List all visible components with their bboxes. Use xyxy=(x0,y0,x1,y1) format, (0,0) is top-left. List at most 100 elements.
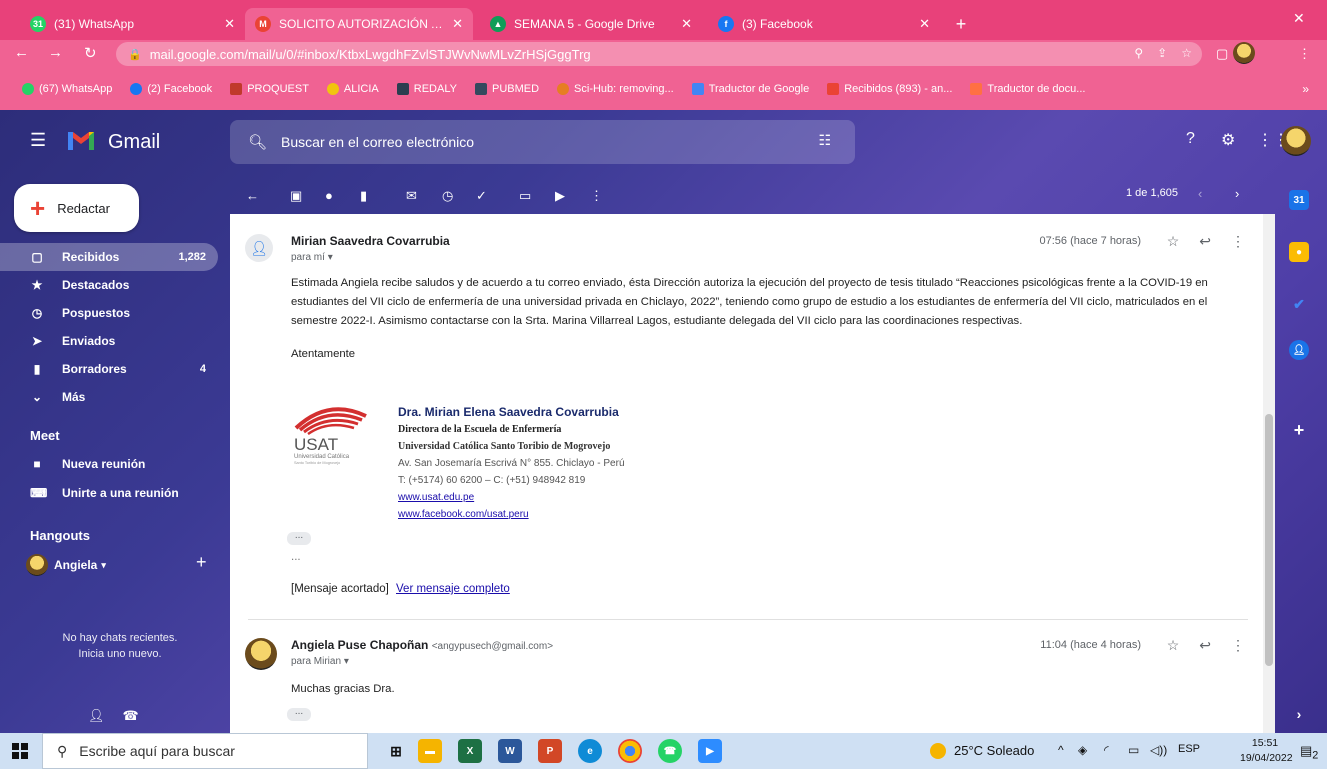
profile-avatar[interactable] xyxy=(1233,42,1255,64)
back-to-inbox-icon[interactable]: ← xyxy=(246,188,259,203)
account-avatar[interactable] xyxy=(1281,126,1311,156)
tab-whatsapp[interactable]: 31 (31) WhatsApp ✕ xyxy=(20,8,245,40)
sidepanel-icon[interactable]: ▢ xyxy=(1216,46,1228,62)
bookmark-item[interactable]: (67) WhatsApp xyxy=(22,83,112,95)
scrollbar-thumb[interactable] xyxy=(1265,414,1273,666)
weather-text[interactable]: 25°C Soleado xyxy=(954,743,1034,758)
tab-gmail-message[interactable]: M SOLICITO AUTORIZACIÓN A LA I ✕ xyxy=(245,8,473,40)
file-explorer-icon[interactable]: ▬ xyxy=(418,739,442,763)
older-icon[interactable]: › xyxy=(1235,186,1239,201)
word-icon[interactable]: W xyxy=(498,739,522,763)
more-options-icon[interactable]: ⋮ xyxy=(1231,233,1245,250)
forward-icon[interactable]: → xyxy=(48,44,63,61)
network-icon[interactable]: ◈ xyxy=(1078,743,1087,757)
bookmark-item[interactable]: REDALY xyxy=(396,83,457,95)
battery-icon[interactable]: ▭ xyxy=(1128,743,1139,757)
close-tab-icon[interactable]: ✕ xyxy=(224,16,235,32)
contacts-icon[interactable]: 👤︎ xyxy=(1289,340,1309,360)
task-view-icon[interactable]: ⊞ xyxy=(384,739,408,763)
windows-start-icon[interactable] xyxy=(12,743,28,759)
star-icon[interactable]: ☆ xyxy=(1167,233,1180,250)
sender-name[interactable]: Mirian Saavedra Covarrubia xyxy=(291,234,450,248)
bookmark-item[interactable]: Sci-Hub: removing... xyxy=(557,83,674,95)
more-options-icon[interactable]: ⋮ xyxy=(1231,637,1245,654)
show-trimmed-content-button[interactable]: ... xyxy=(287,707,311,721)
close-tab-icon[interactable]: ✕ xyxy=(452,16,463,32)
join-meeting-button[interactable]: ⌨ Unirte a una reunión xyxy=(30,486,179,500)
sidebar-item-drafts[interactable]: ▮ Borradores 4 xyxy=(0,355,218,383)
bookmark-item[interactable]: (2) Facebook xyxy=(130,83,212,95)
tab-google-drive[interactable]: ▲ SEMANA 5 - Google Drive ✕ xyxy=(480,8,702,40)
excel-icon[interactable]: X xyxy=(458,739,482,763)
edge-icon[interactable]: e xyxy=(578,739,602,763)
wifi-icon[interactable]: ◜ xyxy=(1104,743,1109,757)
language-indicator[interactable]: ESP xyxy=(1178,743,1200,755)
taskbar-clock[interactable]: 15:51 19/04/2022 xyxy=(1240,736,1293,766)
notifications-icon[interactable]: ▤2 xyxy=(1300,743,1318,762)
show-trimmed-content-button[interactable]: ... xyxy=(287,531,311,545)
bookmark-star-icon[interactable]: ☆ xyxy=(1181,46,1192,60)
new-tab-button[interactable]: + xyxy=(950,14,972,36)
signature-web-link[interactable]: www.usat.edu.pe xyxy=(398,492,474,503)
new-meeting-button[interactable]: ■ Nueva reunión xyxy=(30,457,145,471)
bookmark-item[interactable]: Traductor de docu... xyxy=(970,83,1085,95)
sidebar-item-starred[interactable]: ★ Destacados xyxy=(0,271,218,299)
more-actions-icon[interactable]: ⋮ xyxy=(590,188,603,204)
search-icon[interactable]: 🔍︎ xyxy=(248,133,267,151)
compose-button[interactable]: + Redactar xyxy=(14,184,139,232)
reply-icon[interactable]: ↩ xyxy=(1199,637,1211,654)
help-icon[interactable]: ? xyxy=(1186,130,1195,148)
sidebar-item-more[interactable]: ⌄ Más xyxy=(0,383,218,411)
reply-icon[interactable]: ↩ xyxy=(1199,233,1211,250)
volume-icon[interactable]: ◁)) xyxy=(1150,743,1167,757)
zoom-icon[interactable]: ⚲ xyxy=(1134,46,1143,60)
chevron-right-icon[interactable]: › xyxy=(1289,704,1309,724)
menu-kebab-icon[interactable]: ⋮ xyxy=(1298,46,1311,62)
thread-scrollbar[interactable] xyxy=(1263,214,1275,733)
back-icon[interactable]: ← xyxy=(14,44,29,61)
zoom-app-icon[interactable]: ▶ xyxy=(698,739,722,763)
gear-icon[interactable]: ⚙ xyxy=(1221,130,1235,150)
whatsapp-icon[interactable]: ☎ xyxy=(658,739,682,763)
calendar-icon[interactable]: 31 xyxy=(1289,190,1309,210)
tasks-icon[interactable]: ✔ xyxy=(1289,294,1309,314)
add-task-icon[interactable]: ✓ xyxy=(476,188,487,204)
bookmark-item[interactable]: ALICIA xyxy=(326,83,379,95)
sender-name[interactable]: Angiela Puse Chapoñan <angypusech@gmail.… xyxy=(291,638,553,652)
address-bar[interactable]: 🔒 mail.google.com/mail/u/0/#inbox/KtbxLw… xyxy=(116,42,1202,66)
close-tab-icon[interactable]: ✕ xyxy=(919,16,930,32)
window-close-icon[interactable]: ✕ xyxy=(1293,10,1305,27)
keep-icon[interactable]: ● xyxy=(1289,242,1309,262)
search-input[interactable]: 🔍︎ Buscar en el correo electrónico ☷ xyxy=(230,120,855,164)
bookmark-item[interactable]: PUBMED xyxy=(474,83,539,95)
gmail-logo-icon[interactable] xyxy=(66,128,96,152)
move-to-icon[interactable]: ▭ xyxy=(519,188,531,204)
signature-facebook-link[interactable]: www.facebook.com/usat.peru xyxy=(398,509,529,520)
sidebar-item-inbox[interactable]: ▢ Recibidos 1,282 xyxy=(0,243,218,271)
share-icon[interactable]: ⇪ xyxy=(1157,46,1167,60)
reload-icon[interactable]: ↻ xyxy=(84,44,97,62)
tab-facebook[interactable]: f (3) Facebook ✕ xyxy=(708,8,940,40)
search-options-icon[interactable]: ☷ xyxy=(818,132,831,149)
powerpoint-icon[interactable]: P xyxy=(538,739,562,763)
delete-icon[interactable]: ▮ xyxy=(360,188,367,204)
bookmark-item[interactable]: Recibidos (893) - an... xyxy=(827,83,952,95)
new-chat-button[interactable]: + xyxy=(196,552,207,573)
taskbar-search-input[interactable]: ⚲ Escribe aquí para buscar xyxy=(42,733,368,769)
snooze-icon[interactable]: ◷ xyxy=(442,188,453,204)
star-icon[interactable]: ☆ xyxy=(1167,637,1180,654)
phone-icon[interactable]: ☎ xyxy=(123,708,139,724)
newer-icon[interactable]: ‹ xyxy=(1198,186,1202,201)
hangouts-user[interactable]: Angiela ▾ xyxy=(26,554,106,576)
sidebar-item-snoozed[interactable]: ◷ Pospuestos xyxy=(0,299,218,327)
bookmark-item[interactable]: Traductor de Google xyxy=(691,83,809,95)
add-addon-icon[interactable]: + xyxy=(1289,420,1309,440)
label-icon[interactable]: ▶ xyxy=(555,188,565,204)
archive-icon[interactable]: ▣ xyxy=(290,188,302,204)
report-spam-icon[interactable]: ● xyxy=(325,188,333,203)
recipient-details[interactable]: para mí ▾ xyxy=(291,252,333,263)
close-tab-icon[interactable]: ✕ xyxy=(681,16,692,32)
bookmarks-overflow-button[interactable]: » xyxy=(1302,82,1309,96)
bookmark-item[interactable]: PROQUEST xyxy=(230,83,309,95)
contacts-icon[interactable]: 👤︎ xyxy=(88,708,105,724)
